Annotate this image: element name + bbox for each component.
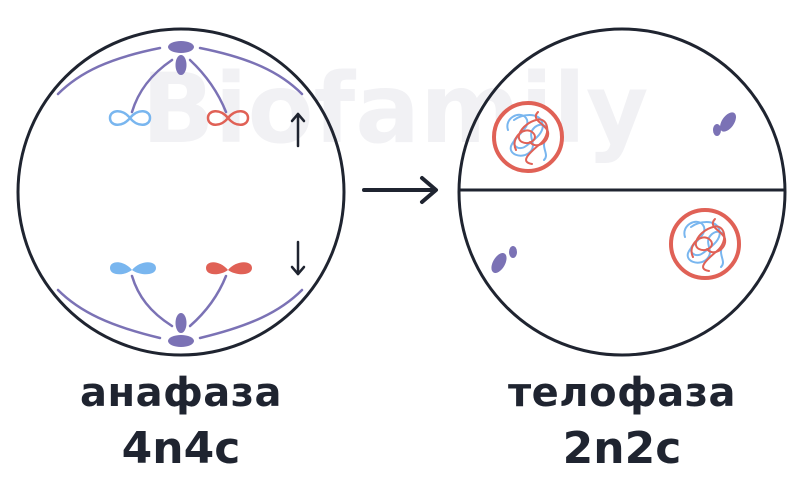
- telophase-centrosome-top: [713, 112, 736, 136]
- nucleus-top: [492, 101, 564, 173]
- anaphase-centrosome-bottom: [168, 313, 194, 347]
- arrow-down-icon: [290, 240, 306, 276]
- telophase-label: телофаза: [507, 370, 736, 416]
- arrow-right-icon: [362, 176, 438, 204]
- telophase-centrosome-bottom: [491, 246, 517, 273]
- mitosis-diagram: Biofamily анафаза 4n4c телофаза 2n2c: [0, 0, 807, 485]
- nucleus-bottom: [669, 208, 741, 280]
- spindle-fiber-inner-left-bottom: [130, 274, 174, 328]
- spindle-fiber-inner-right-bottom: [188, 274, 228, 328]
- chromatid-red-bottom: [206, 262, 252, 275]
- watermark-text: Biofamily: [142, 53, 649, 165]
- telophase-formula: 2n2c: [562, 423, 682, 474]
- anaphase-formula: 4n4c: [121, 423, 241, 474]
- anaphase-label: анафаза: [79, 370, 283, 416]
- chromatid-blue-bottom: [110, 262, 156, 275]
